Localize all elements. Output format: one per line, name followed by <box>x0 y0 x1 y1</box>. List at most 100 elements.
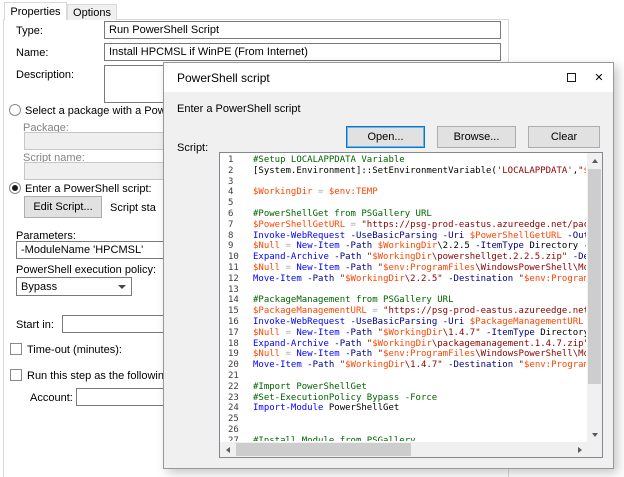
code-line <box>253 425 586 436</box>
enter-script-radio[interactable] <box>9 182 21 194</box>
code-line: #Set-ExecutionPolicy Bypass -Force <box>253 393 586 404</box>
code-line: $Null = New-Item -Path $WorkingDir\2.2.5… <box>253 241 586 252</box>
scrollbar-corner <box>587 442 602 457</box>
scroll-right-icon <box>578 447 582 453</box>
close-button[interactable]: ✕ <box>585 63 613 92</box>
browse-button[interactable]: Browse... <box>437 126 516 148</box>
scroll-up-button[interactable] <box>587 153 602 168</box>
type-input[interactable]: Run PowerShell Script <box>104 21 501 39</box>
code-line: #PowerShellGet from PSGallery URL <box>253 209 586 220</box>
scroll-left-button[interactable] <box>220 442 235 457</box>
code-line <box>253 198 586 209</box>
line-number: 19 <box>228 349 246 360</box>
line-number: 26 <box>228 425 246 436</box>
code-line: Invoke-WebRequest -UseBasicParsing -Uri … <box>253 231 586 242</box>
start-in-label: Start in: <box>16 319 54 331</box>
execution-policy-select[interactable]: Bypass <box>16 277 132 296</box>
timeout-checkbox[interactable] <box>10 343 22 355</box>
line-number: 4 <box>228 187 246 198</box>
name-label: Name: <box>16 47 48 59</box>
type-label: Type: <box>16 25 43 37</box>
line-number: 14 <box>228 295 246 306</box>
code-line: $WorkingDir = $env:TEMP <box>253 187 586 198</box>
dialog-title-bar: PowerShell script ✕ <box>164 63 613 92</box>
code-line <box>253 177 586 188</box>
code-line: Move-Item -Path "$WorkingDir\2.2.5" -Des… <box>253 274 586 285</box>
vertical-scroll-thumb[interactable] <box>588 169 601 384</box>
run-as-checkbox[interactable] <box>10 369 22 381</box>
line-number: 10 <box>228 252 246 263</box>
execution-policy-label: PowerShell execution policy: <box>16 264 156 276</box>
chevron-down-icon <box>118 285 126 289</box>
code-line: #Setup LOCALAPPDATA Variable <box>253 155 586 166</box>
horizontal-scrollbar[interactable] <box>220 442 587 457</box>
maximize-icon <box>567 73 576 82</box>
code-line: $Null = New-Item -Path "$env:ProgramFile… <box>253 263 586 274</box>
line-number: 20 <box>228 360 246 371</box>
script-editor: 1234567891011121314151617181920212223242… <box>219 152 603 458</box>
scroll-right-button[interactable] <box>572 442 587 457</box>
code-line: #Install Module from PSGallery <box>253 436 586 441</box>
code-line: Import-Module PowerShellGet <box>253 403 586 414</box>
code-line: #PackageManagement from PSGallery URL <box>253 295 586 306</box>
timeout-label: Time-out (minutes): <box>27 344 122 356</box>
line-number: 6 <box>228 209 246 220</box>
code-line: Invoke-WebRequest -UseBasicParsing -Uri … <box>253 317 586 328</box>
code-line: $Null = New-Item -Path "$env:ProgramFile… <box>253 349 586 360</box>
code-line: $Null = New-Item -Path "$WorkingDir\1.4.… <box>253 328 586 339</box>
line-number: 22 <box>228 382 246 393</box>
horizontal-scroll-thumb[interactable] <box>236 443 411 456</box>
code-line: [System.Environment]::SetEnvironmentVari… <box>253 166 586 177</box>
code-area[interactable]: #Setup LOCALAPPDATA Variable[System.Envi… <box>253 155 586 441</box>
line-number: 25 <box>228 414 246 425</box>
name-input[interactable]: Install HPCMSL if WinPE (From Internet) <box>104 43 501 61</box>
open-button[interactable]: Open... <box>346 126 425 148</box>
code-line: $PowerShellGetURL = "https://psg-prod-ea… <box>253 220 586 231</box>
line-number: 16 <box>228 317 246 328</box>
screenshot-root: Properties Options Type: Run PowerShell … <box>0 0 624 477</box>
description-label: Description: <box>16 69 74 81</box>
scroll-down-button[interactable] <box>587 427 602 442</box>
line-number: 7 <box>228 220 246 231</box>
tab-properties[interactable]: Properties <box>4 2 67 20</box>
code-line: Expand-Archive -Path "$WorkingDir\packag… <box>253 339 586 350</box>
code-line: #Import PowerShellGet <box>253 382 586 393</box>
execution-policy-value: Bypass <box>21 281 57 293</box>
line-number: 21 <box>228 371 246 382</box>
code-line <box>253 285 586 296</box>
code-line: $PackageManagementURL = "https://psg-pro… <box>253 306 586 317</box>
edit-script-button[interactable]: Edit Script... <box>24 196 102 218</box>
script-status-label: Script sta <box>110 202 156 214</box>
code-line <box>253 371 586 382</box>
dialog-title: PowerShell script <box>177 71 270 85</box>
line-number: 18 <box>228 339 246 350</box>
clear-button[interactable]: Clear <box>528 126 600 148</box>
line-number: 23 <box>228 393 246 404</box>
line-number: 27 <box>228 436 246 441</box>
code-line: Move-Item -Path "$WorkingDir\1.4.7" -Des… <box>253 360 586 371</box>
line-number: 24 <box>228 403 246 414</box>
line-number: 17 <box>228 328 246 339</box>
vertical-scrollbar[interactable] <box>587 153 602 442</box>
tab-options[interactable]: Options <box>67 4 117 20</box>
enter-script-prompt: Enter a PowerShell script <box>177 103 301 115</box>
line-number: 15 <box>228 306 246 317</box>
close-icon: ✕ <box>594 71 603 84</box>
line-number: 9 <box>228 241 246 252</box>
account-label: Account: <box>30 392 73 404</box>
scroll-up-icon <box>592 159 598 163</box>
line-number: 12 <box>228 274 246 285</box>
script-label: Script: <box>177 142 208 154</box>
line-number: 5 <box>228 198 246 209</box>
line-number: 13 <box>228 285 246 296</box>
line-number: 1 <box>228 155 246 166</box>
line-number: 8 <box>228 231 246 242</box>
maximize-button[interactable] <box>557 63 585 92</box>
line-number: 11 <box>228 263 246 274</box>
line-number: 3 <box>228 177 246 188</box>
enter-script-radio-label: Enter a PowerShell script: <box>25 183 152 195</box>
select-package-radio[interactable] <box>9 104 21 116</box>
line-number: 2 <box>228 166 246 177</box>
line-number-gutter: 1234567891011121314151617181920212223242… <box>220 155 246 441</box>
scroll-left-icon <box>226 447 230 453</box>
